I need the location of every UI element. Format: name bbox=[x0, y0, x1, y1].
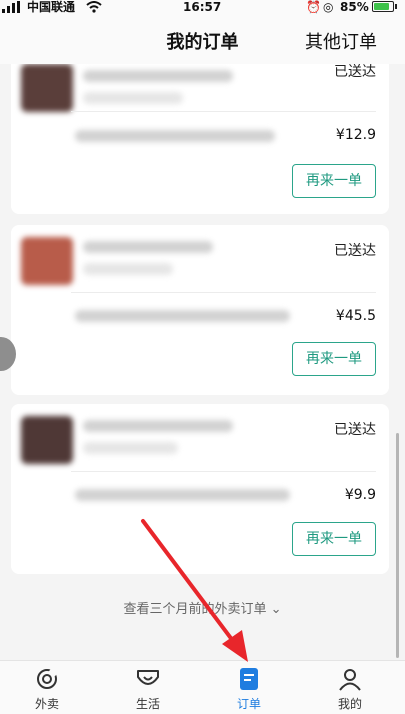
rotation-lock-icon: ◎ bbox=[323, 0, 334, 14]
profile-icon bbox=[339, 669, 361, 691]
reorder-button[interactable]: 再来一单 bbox=[292, 164, 376, 198]
divider bbox=[71, 471, 376, 472]
scrollbar[interactable] bbox=[396, 433, 399, 658]
order-card[interactable]: 已送达 ¥12.9 再来一单 bbox=[11, 64, 389, 214]
battery-percent: 85% bbox=[340, 0, 369, 14]
tab-profile[interactable]: 我的 bbox=[320, 667, 380, 712]
order-status: 已送达 bbox=[334, 243, 376, 259]
tab-label: 外卖 bbox=[34, 697, 59, 711]
order-price: ¥12.9 bbox=[335, 127, 376, 143]
alarm-icon: ⏰ bbox=[306, 0, 321, 14]
tab-orders[interactable]: 订单 bbox=[219, 667, 279, 712]
tab-takeout[interactable]: 外卖 bbox=[17, 667, 77, 712]
tab-life[interactable]: 生活 bbox=[118, 667, 178, 712]
order-info-redacted bbox=[83, 442, 178, 454]
reorder-button[interactable]: 再来一单 bbox=[292, 342, 376, 376]
carrier-name: 中国联通 bbox=[27, 0, 76, 14]
store-name-redacted bbox=[83, 241, 213, 253]
order-info-redacted bbox=[83, 263, 173, 275]
store-thumbnail bbox=[21, 416, 73, 464]
tab-label: 我的 bbox=[337, 697, 362, 711]
divider bbox=[71, 111, 376, 112]
signal-icon bbox=[2, 1, 20, 13]
takeout-icon bbox=[37, 668, 58, 689]
store-name-redacted bbox=[83, 420, 233, 432]
order-icon bbox=[240, 668, 258, 690]
order-info-redacted bbox=[83, 92, 183, 104]
battery-icon bbox=[372, 1, 397, 12]
item-summary-redacted bbox=[75, 130, 275, 142]
wifi-icon bbox=[86, 1, 102, 13]
status-bar: 中国联通 16:57 ⏰ ◎ 85% bbox=[0, 0, 405, 14]
order-card[interactable]: 已送达 ¥9.9 再来一单 bbox=[11, 404, 389, 574]
store-name-redacted bbox=[83, 70, 233, 82]
store-thumbnail bbox=[21, 237, 73, 285]
screen: 中国联通 16:57 ⏰ ◎ 85% 我的订单 其他订单 已送达 ¥12.9 再… bbox=[0, 0, 405, 714]
reorder-button[interactable]: 再来一单 bbox=[292, 522, 376, 556]
tab-label: 生活 bbox=[135, 697, 160, 711]
order-card[interactable]: 已送达 ¥45.5 再来一单 bbox=[11, 225, 389, 395]
order-status: 已送达 bbox=[334, 422, 376, 438]
nav-header: 我的订单 其他订单 bbox=[0, 14, 405, 64]
order-status: 已送达 bbox=[334, 64, 376, 80]
tab-label: 订单 bbox=[236, 697, 261, 711]
tab-bar: 外卖 生活 订单 我的 bbox=[0, 660, 405, 714]
order-price: ¥45.5 bbox=[335, 308, 376, 324]
life-icon bbox=[137, 670, 159, 685]
item-summary-redacted bbox=[75, 489, 290, 501]
order-price: ¥9.9 bbox=[344, 487, 376, 503]
older-orders-link[interactable]: 查看三个月前的外卖订单 ⌄ bbox=[0, 598, 405, 617]
divider bbox=[71, 292, 376, 293]
item-summary-redacted bbox=[75, 310, 290, 322]
store-thumbnail bbox=[21, 64, 73, 112]
clock: 16:57 bbox=[183, 0, 222, 14]
other-orders-link[interactable]: 其他订单 bbox=[305, 28, 377, 54]
